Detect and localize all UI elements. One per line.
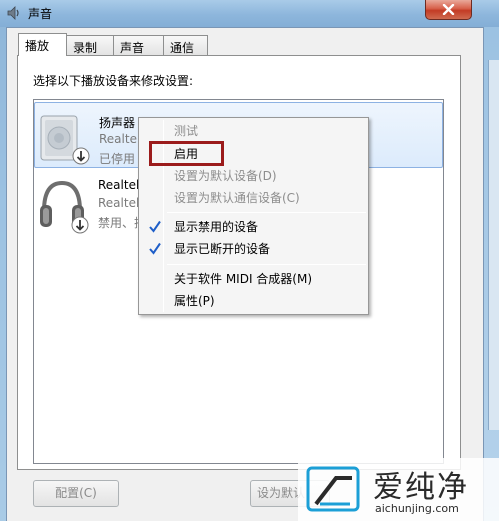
menu-item-label: 显示禁用的设备 [174, 220, 259, 234]
menu-item-label: 设置为默认设备(D) [174, 169, 277, 183]
speaker-icon [39, 110, 91, 168]
tab-label: 通信 [170, 41, 195, 55]
title-bar: 声音 [0, 0, 499, 27]
menu-item-test[interactable]: 测试 [141, 120, 366, 142]
menu-item-label: 设置为默认通信设备(C) [174, 191, 300, 205]
watermark-url: aichunjing.com [375, 502, 459, 515]
menu-separator [167, 212, 366, 213]
menu-separator [167, 264, 366, 265]
menu-item-set-default-comm[interactable]: 设置为默认通信设备(C) [141, 187, 366, 209]
tab-communications[interactable]: 通信 [163, 35, 208, 55]
watermark: 爱纯净 aichunjing.com [298, 458, 499, 521]
menu-item-label: 测试 [174, 124, 199, 138]
sound-app-icon [6, 5, 22, 21]
enable-highlight-box [149, 141, 224, 166]
menu-item-show-disabled[interactable]: 显示禁用的设备 [141, 216, 366, 238]
tab-label: 声音 [120, 41, 145, 55]
tab-playback[interactable]: 播放 [18, 33, 67, 56]
device-driver: Realtek [98, 196, 143, 210]
tab-label: 录制 [73, 41, 98, 55]
tab-label: 播放 [25, 39, 50, 53]
device-name: 扬声器 [99, 116, 136, 130]
background-scrollbar [488, 60, 499, 430]
instruction-text: 选择以下播放设备来修改设置: [33, 74, 194, 88]
configure-button[interactable]: 配置(C) [33, 480, 119, 507]
checkmark-icon [149, 242, 161, 255]
menu-item-label: 关于软件 MIDI 合成器(M) [174, 272, 313, 286]
menu-item-set-default[interactable]: 设置为默认设备(D) [141, 165, 366, 187]
close-icon [442, 4, 455, 15]
device-status: 已停用 [99, 152, 136, 166]
menu-item-about-midi[interactable]: 关于软件 MIDI 合成器(M) [141, 268, 366, 290]
menu-item-show-disconnected[interactable]: 显示已断开的设备 [141, 238, 366, 260]
headphones-icon [38, 177, 90, 235]
menu-item-label: 属性(P) [174, 294, 215, 308]
watermark-title: 爱纯净 [373, 470, 469, 505]
close-button[interactable] [425, 0, 472, 20]
menu-item-properties[interactable]: 属性(P) [141, 290, 366, 312]
watermark-logo-icon [306, 464, 362, 514]
device-name: Realtek [98, 178, 143, 192]
window-title: 声音 [28, 7, 53, 21]
tab-recording[interactable]: 录制 [66, 35, 114, 55]
checkmark-icon [149, 220, 161, 233]
tab-sounds[interactable]: 声音 [113, 35, 164, 55]
menu-item-label: 显示已断开的设备 [174, 242, 271, 256]
